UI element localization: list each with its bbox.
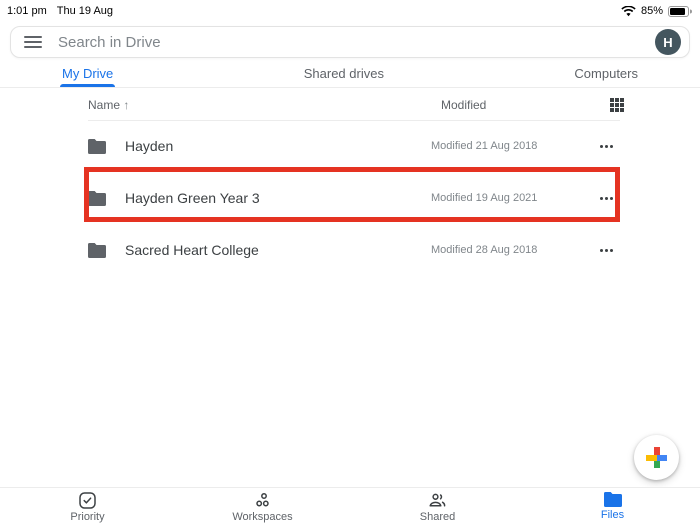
more-icon[interactable]	[600, 197, 624, 200]
table-header: Name ↑ Modified	[0, 88, 700, 121]
bottom-nav: Priority Workspaces Share	[0, 487, 700, 525]
nav-label: Shared	[420, 511, 455, 523]
column-header-name[interactable]: Name ↑	[88, 98, 441, 112]
avatar[interactable]: H	[655, 29, 681, 55]
file-list: Hayden Modified 21 Aug 2018 Hayden Green…	[0, 121, 700, 275]
avatar-initial: H	[663, 35, 672, 50]
files-icon	[604, 492, 622, 507]
folder-icon	[88, 191, 106, 206]
file-modified: Modified 28 Aug 2018	[431, 244, 600, 256]
battery-percent: 85%	[641, 5, 663, 17]
nav-item-shared[interactable]: Shared	[350, 488, 525, 525]
file-name: Hayden Green Year 3	[125, 190, 431, 206]
nav-label: Workspaces	[232, 511, 292, 523]
menu-icon[interactable]	[24, 36, 42, 48]
folder-icon	[88, 139, 106, 154]
status-indicators: 85%	[621, 5, 692, 17]
file-row-hayden[interactable]: Hayden Modified 21 Aug 2018	[0, 121, 700, 171]
tab-computers[interactable]: Computers	[572, 60, 640, 87]
nav-item-priority[interactable]: Priority	[0, 488, 175, 525]
sort-ascending-icon[interactable]: ↑	[123, 98, 129, 112]
wifi-icon	[621, 6, 636, 17]
nav-label: Files	[601, 509, 624, 521]
shared-icon	[428, 492, 447, 509]
nav-item-workspaces[interactable]: Workspaces	[175, 488, 350, 525]
status-bar: 1:01 pm Thu 19 Aug 85%	[0, 0, 700, 20]
battery-icon	[668, 6, 692, 17]
new-item-fab[interactable]	[634, 435, 679, 480]
priority-icon	[79, 492, 96, 509]
drive-app-screen: 1:01 pm Thu 19 Aug 85% S	[0, 0, 700, 525]
file-row-hayden-green-year-3[interactable]: Hayden Green Year 3 Modified 19 Aug 2021	[0, 171, 700, 225]
tab-bar: My Drive Shared drives Computers	[0, 60, 700, 88]
new-plus-icon	[646, 447, 667, 468]
tab-shared-drives[interactable]: Shared drives	[302, 60, 386, 87]
folder-icon	[88, 243, 106, 258]
tab-my-drive[interactable]: My Drive	[60, 60, 115, 87]
search-input[interactable]: Search in Drive	[58, 34, 655, 51]
search-bar[interactable]: Search in Drive H	[10, 26, 690, 58]
nav-item-files[interactable]: Files	[525, 488, 700, 525]
file-modified: Modified 21 Aug 2018	[431, 140, 600, 152]
file-row-sacred-heart-college[interactable]: Sacred Heart College Modified 28 Aug 201…	[0, 225, 700, 275]
nav-label: Priority	[70, 511, 104, 523]
grid-view-icon[interactable]	[610, 98, 624, 112]
more-icon[interactable]	[600, 145, 624, 148]
file-name: Sacred Heart College	[125, 242, 431, 258]
workspaces-icon	[254, 492, 271, 509]
column-header-modified: Modified	[441, 98, 610, 112]
file-name: Hayden	[125, 138, 431, 154]
status-date: Thu 19 Aug	[57, 5, 113, 17]
status-time-date: 1:01 pm Thu 19 Aug	[7, 5, 113, 17]
more-icon[interactable]	[600, 249, 624, 252]
status-time: 1:01 pm	[7, 5, 47, 17]
file-modified: Modified 19 Aug 2021	[431, 192, 600, 204]
